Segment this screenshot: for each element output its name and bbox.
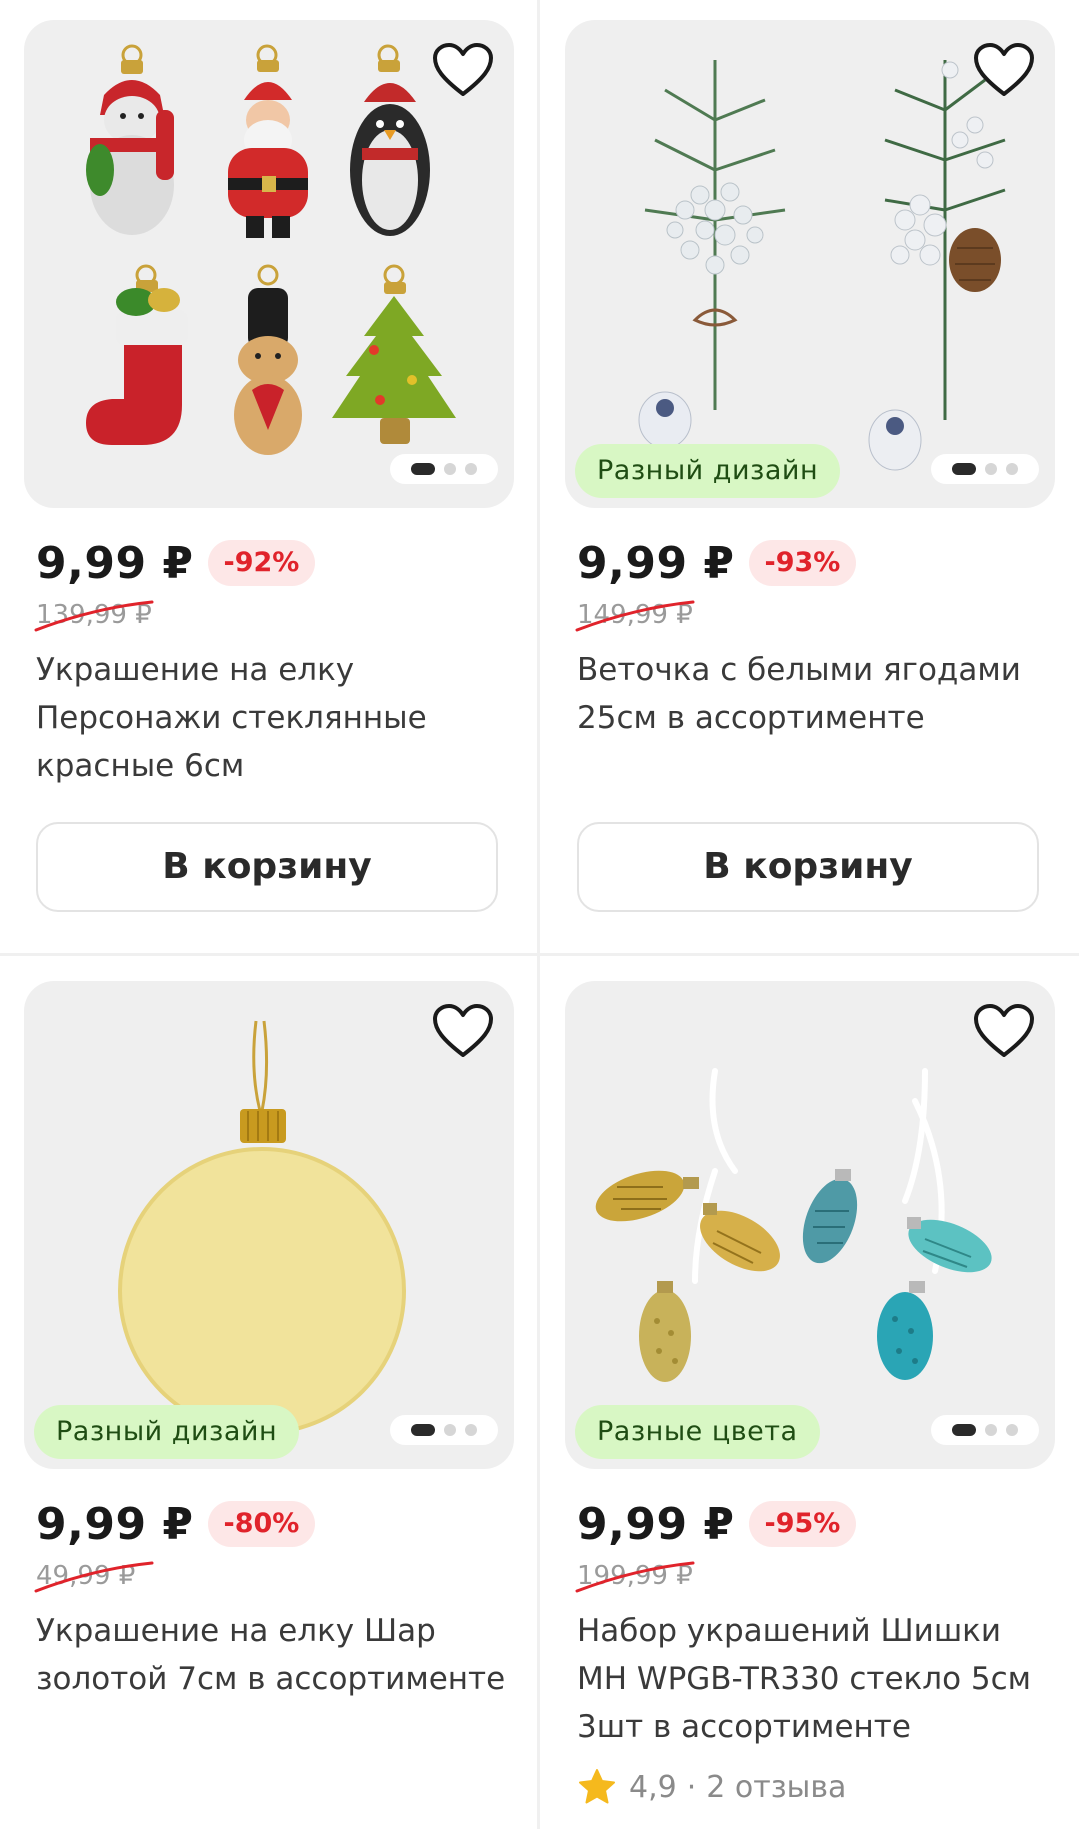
old-price-wrap: 49,99 ₽ [34,1557,166,1595]
product-grid: 9,99 ₽ -92% 139,99 ₽ Украшение на елку П… [0,0,1079,1829]
rating-value: 4,9 [629,1769,677,1805]
image-carousel-indicator[interactable] [931,1415,1039,1445]
old-price-wrap: 139,99 ₽ [34,596,166,634]
product-title[interactable]: Набор украшений Шишки MH WPGB-TR330 стек… [577,1607,1047,1751]
column-divider [537,0,540,1829]
favorite-heart-icon[interactable] [973,42,1035,98]
product-image[interactable] [24,20,514,508]
product-title[interactable]: Украшение на елку Шар золотой 7см в ассо… [36,1607,506,1703]
carousel-dot-active [411,1424,435,1436]
carousel-dot [1006,463,1018,475]
current-price: 9,99 ₽ [36,537,194,589]
carousel-dot [1006,1424,1018,1436]
current-price: 9,99 ₽ [577,1498,735,1550]
price-row: 9,99 ₽ -95% [565,1497,1055,1551]
strikethrough-mark [34,600,154,632]
product-rating[interactable]: 4,9 · 2 отзыва [577,1765,1055,1809]
carousel-dot [985,463,997,475]
current-price: 9,99 ₽ [36,1498,194,1550]
carousel-dot-active [952,463,976,475]
variety-tag: Разный дизайн [575,444,841,498]
carousel-dot [985,1424,997,1436]
strikethrough-mark [575,600,695,632]
rating-separator: · [686,1769,697,1805]
star-icon [579,1769,615,1804]
image-carousel-indicator[interactable] [390,454,498,484]
product-image[interactable]: Разный дизайн [565,20,1055,508]
image-carousel-indicator[interactable] [931,454,1039,484]
variety-tag: Разный дизайн [34,1405,300,1459]
carousel-dot [444,463,456,475]
add-to-cart-button[interactable]: В корзину [36,822,498,912]
carousel-dot-active [952,1424,976,1436]
discount-badge: -93% [748,540,857,586]
old-price-wrap: 149,99 ₽ [575,596,707,634]
carousel-dot-active [411,463,435,475]
carousel-dot [444,1424,456,1436]
favorite-heart-icon[interactable] [432,42,494,98]
carousel-dot [465,1424,477,1436]
row-divider [0,953,1079,956]
old-price-wrap: 199,99 ₽ [575,1557,707,1595]
reviews-count: 2 отзыва [706,1769,847,1805]
variety-tag: Разные цвета [575,1405,820,1459]
product-card[interactable]: Разные цвета 9,99 ₽ -95% 199,99 ₽ Набор … [565,981,1055,1809]
strikethrough-mark [575,1561,695,1593]
discount-badge: -92% [207,540,316,586]
carousel-dot [465,463,477,475]
strikethrough-mark [34,1561,154,1593]
current-price: 9,99 ₽ [577,537,735,589]
price-row: 9,99 ₽ -92% [24,536,514,590]
discount-badge: -95% [748,1501,857,1547]
product-image[interactable]: Разный дизайн [24,981,514,1469]
product-image[interactable]: Разные цвета [565,981,1055,1469]
product-title[interactable]: Украшение на елку Персонажи стеклянные к… [36,646,506,790]
product-card[interactable]: Разный дизайн 9,99 ₽ -80% 49,99 ₽ Украше… [24,981,514,1703]
product-card[interactable]: Разный дизайн 9,99 ₽ -93% 149,99 ₽ Веточ… [565,20,1055,912]
image-carousel-indicator[interactable] [390,1415,498,1445]
favorite-heart-icon[interactable] [973,1003,1035,1059]
price-row: 9,99 ₽ -93% [565,536,1055,590]
price-row: 9,99 ₽ -80% [24,1497,514,1551]
product-card[interactable]: 9,99 ₽ -92% 139,99 ₽ Украшение на елку П… [24,20,514,912]
product-title[interactable]: Веточка с белыми ягодами 25см в ассортим… [577,646,1047,742]
favorite-heart-icon[interactable] [432,1003,494,1059]
add-to-cart-button[interactable]: В корзину [577,822,1039,912]
discount-badge: -80% [207,1501,316,1547]
